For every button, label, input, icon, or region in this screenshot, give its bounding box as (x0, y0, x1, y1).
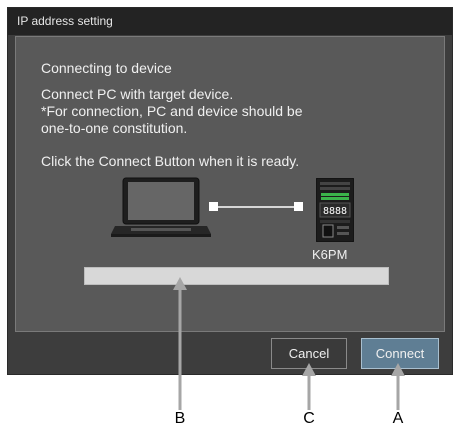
callout-lines (173, 277, 405, 410)
callout-label-c: C (303, 410, 315, 427)
callout-c-arrow (302, 363, 316, 410)
callout-label-b: B (174, 410, 186, 427)
callout-label-a: A (392, 410, 404, 427)
callout-b-arrow (173, 277, 187, 410)
callout-a-arrow (391, 363, 405, 410)
